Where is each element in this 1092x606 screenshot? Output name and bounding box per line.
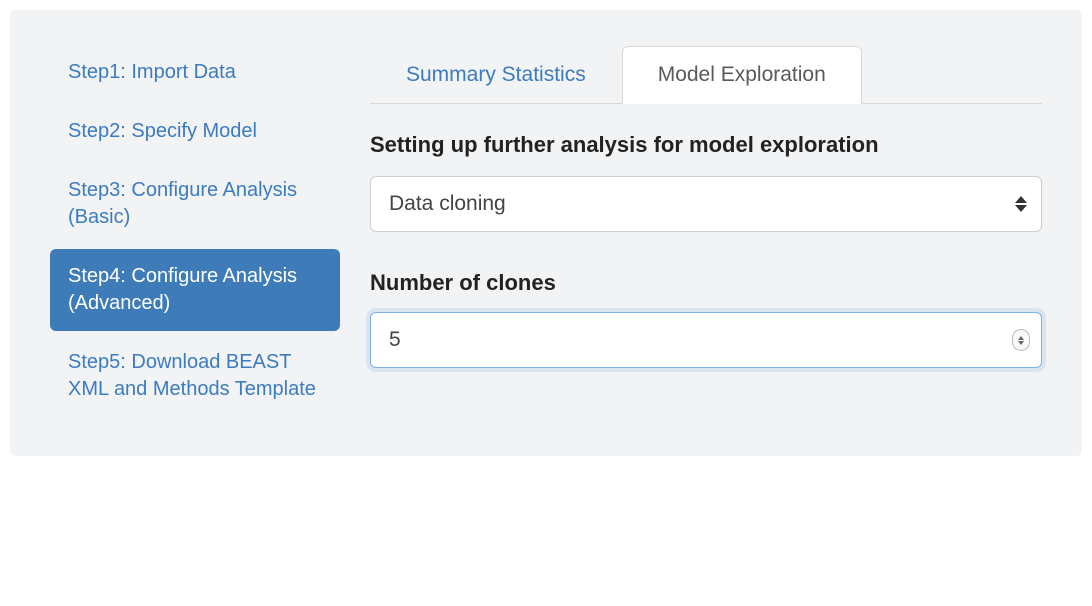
sidebar-item-step3[interactable]: Step3: Configure Analysis (Basic) xyxy=(50,163,340,245)
sidebar-item-step4[interactable]: Step4: Configure Analysis (Advanced) xyxy=(50,249,340,331)
clones-input-wrapper xyxy=(370,312,1042,368)
clones-label: Number of clones xyxy=(370,270,1042,296)
sidebar-item-step2[interactable]: Step2: Specify Model xyxy=(50,104,340,159)
analysis-select-wrapper: Data cloning xyxy=(370,176,1042,232)
section-heading: Setting up further analysis for model ex… xyxy=(370,132,1042,158)
sidebar: Step1: Import Data Step2: Specify Model … xyxy=(50,45,340,421)
sidebar-item-step5[interactable]: Step5: Download BEAST XML and Methods Te… xyxy=(50,335,340,417)
app-container: Step1: Import Data Step2: Specify Model … xyxy=(10,10,1082,456)
tab-summary-statistics[interactable]: Summary Statistics xyxy=(370,46,622,104)
clones-input[interactable] xyxy=(370,312,1042,368)
sidebar-item-step1[interactable]: Step1: Import Data xyxy=(50,45,340,100)
tab-bar: Summary Statistics Model Exploration xyxy=(370,45,1042,104)
analysis-select[interactable]: Data cloning xyxy=(370,176,1042,232)
tab-model-exploration[interactable]: Model Exploration xyxy=(622,46,862,104)
main-panel: Summary Statistics Model Exploration Set… xyxy=(370,45,1042,421)
